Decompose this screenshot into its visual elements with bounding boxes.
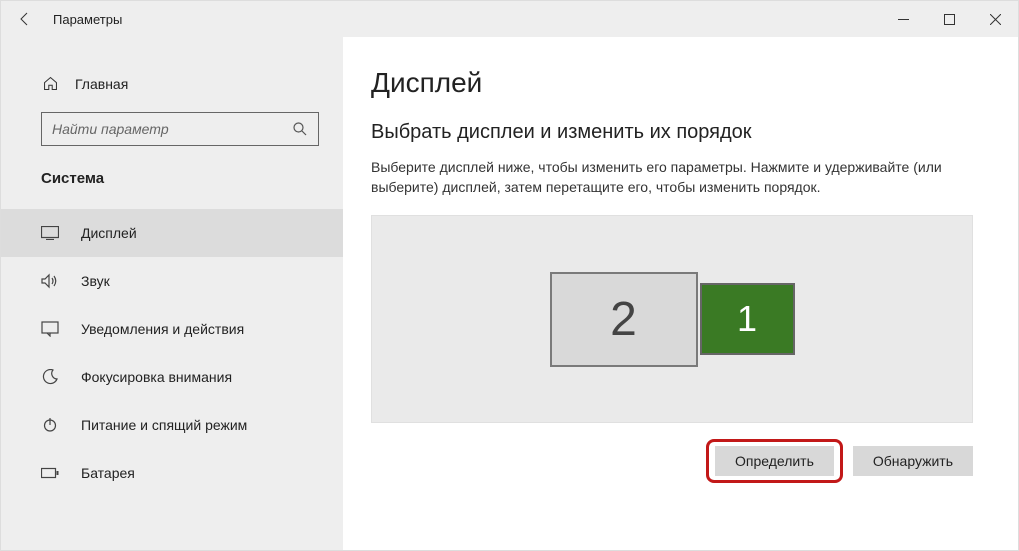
sidebar-item-label: Уведомления и действия — [81, 321, 244, 337]
sidebar-section-header: Система — [1, 164, 343, 201]
sound-icon — [41, 272, 59, 290]
search-input[interactable] — [52, 121, 292, 137]
main-content: Дисплей Выбрать дисплеи и изменить их по… — [343, 37, 1018, 550]
display-arrange-panel[interactable]: 2 1 — [371, 215, 973, 423]
detect-button[interactable]: Обнаружить — [853, 446, 973, 476]
sidebar-item-label: Питание и спящий режим — [81, 417, 247, 433]
button-row: Определить Обнаружить — [371, 423, 973, 483]
nav-home-label: Главная — [75, 76, 128, 92]
display-number: 1 — [737, 298, 757, 340]
sidebar-item-sound[interactable]: Звук — [1, 257, 343, 305]
window-title: Параметры — [41, 12, 122, 27]
search-box[interactable] — [41, 112, 319, 146]
battery-icon — [41, 464, 59, 482]
sidebar-item-label: Звук — [81, 273, 110, 289]
sidebar-item-power[interactable]: Питание и спящий режим — [1, 401, 343, 449]
moon-icon — [41, 368, 59, 386]
power-icon — [41, 416, 59, 434]
home-icon — [41, 75, 59, 92]
display-tile-2[interactable]: 2 — [550, 272, 698, 367]
page-title: Дисплей — [371, 67, 990, 99]
arrange-heading: Выбрать дисплеи и изменить их порядок — [371, 121, 990, 144]
sidebar-item-notifications[interactable]: Уведомления и действия — [1, 305, 343, 353]
sidebar-item-focus[interactable]: Фокусировка внимания — [1, 353, 343, 401]
maximize-button[interactable] — [926, 1, 972, 37]
body: Главная Система Дисплей Зв — [1, 37, 1018, 550]
display-icon — [41, 224, 59, 242]
titlebar: Параметры — [1, 1, 1018, 37]
sidebar-item-label: Дисплей — [81, 225, 137, 241]
nav-home[interactable]: Главная — [1, 65, 343, 102]
minimize-button[interactable] — [880, 1, 926, 37]
highlight-annotation: Определить — [706, 439, 843, 483]
sidebar-item-display[interactable]: Дисплей — [1, 209, 343, 257]
display-tile-1[interactable]: 1 — [700, 283, 795, 355]
nav-list: Дисплей Звук Уведомления и действия Фоку… — [1, 201, 343, 497]
back-button[interactable] — [9, 1, 41, 37]
arrange-description: Выберите дисплей ниже, чтобы изменить ег… — [371, 158, 971, 197]
close-button[interactable] — [972, 1, 1018, 37]
sidebar: Главная Система Дисплей Зв — [1, 37, 343, 550]
sidebar-item-battery[interactable]: Батарея — [1, 449, 343, 497]
notifications-icon — [41, 320, 59, 338]
display-number: 2 — [610, 292, 637, 347]
search-icon — [292, 121, 310, 137]
search-wrap — [1, 112, 343, 164]
sidebar-item-label: Фокусировка внимания — [81, 369, 232, 385]
sidebar-item-label: Батарея — [81, 465, 135, 481]
identify-button[interactable]: Определить — [715, 446, 834, 476]
window-controls — [880, 1, 1018, 37]
